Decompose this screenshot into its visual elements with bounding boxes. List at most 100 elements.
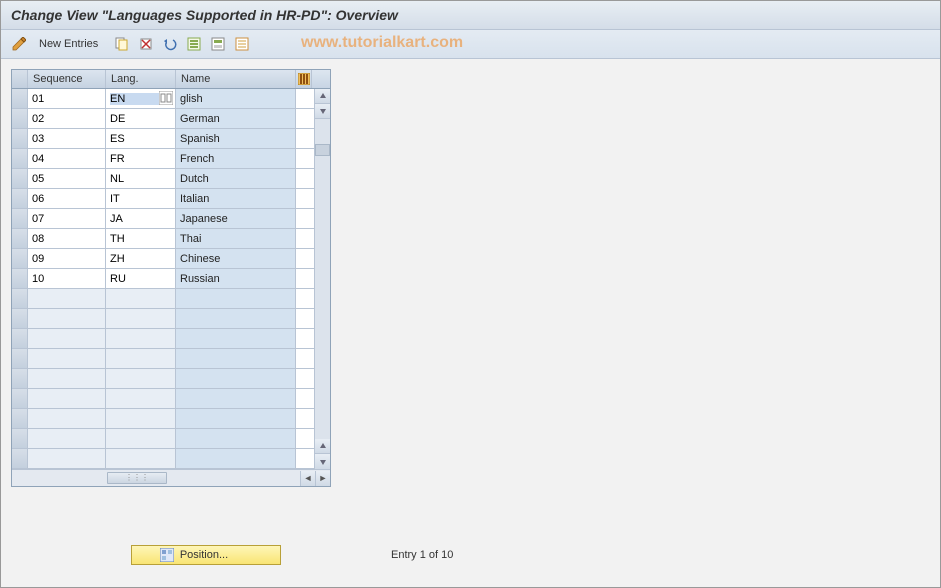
row-selector[interactable] xyxy=(12,269,28,288)
row-selector[interactable] xyxy=(12,309,28,328)
sequence-input[interactable] xyxy=(32,293,101,305)
row-selector[interactable] xyxy=(12,149,28,168)
sequence-input[interactable] xyxy=(32,453,101,465)
toggle-display-change-button[interactable] xyxy=(9,34,29,54)
lang-input[interactable] xyxy=(110,213,171,225)
sequence-input[interactable] xyxy=(32,133,101,145)
sequence-input[interactable] xyxy=(32,173,101,185)
row-selector[interactable] xyxy=(12,169,28,188)
lang-cell[interactable] xyxy=(106,429,176,448)
lang-cell[interactable] xyxy=(106,269,176,288)
hscroll-left-button[interactable]: ◄ xyxy=(300,471,315,486)
sequence-cell[interactable] xyxy=(28,249,106,268)
sequence-cell[interactable] xyxy=(28,329,106,348)
position-button[interactable]: Position... xyxy=(131,545,281,565)
lang-input[interactable] xyxy=(110,393,171,405)
sequence-cell[interactable] xyxy=(28,449,106,468)
sequence-cell[interactable] xyxy=(28,389,106,408)
new-entries-button[interactable]: New Entries xyxy=(33,36,104,52)
delete-button[interactable] xyxy=(136,34,156,54)
lang-input[interactable] xyxy=(110,173,171,185)
row-selector[interactable] xyxy=(12,129,28,148)
row-selector[interactable] xyxy=(12,409,28,428)
lang-input[interactable] xyxy=(110,273,171,285)
scroll-thumb[interactable] xyxy=(315,144,330,156)
sequence-input[interactable] xyxy=(32,193,101,205)
lang-input[interactable] xyxy=(110,193,171,205)
hscroll-right-button[interactable]: ► xyxy=(315,471,330,486)
sequence-cell[interactable] xyxy=(28,429,106,448)
lang-cell[interactable] xyxy=(106,409,176,428)
lang-input[interactable] xyxy=(110,293,171,305)
lang-input[interactable] xyxy=(110,353,171,365)
lang-cell[interactable] xyxy=(106,449,176,468)
scroll-down-button-bottom[interactable] xyxy=(315,454,330,469)
lang-cell[interactable] xyxy=(106,129,176,148)
row-selector[interactable] xyxy=(12,109,28,128)
scroll-up-button[interactable] xyxy=(315,89,330,104)
sequence-cell[interactable] xyxy=(28,309,106,328)
lang-input[interactable] xyxy=(110,413,171,425)
row-selector[interactable] xyxy=(12,389,28,408)
sequence-cell[interactable] xyxy=(28,89,106,108)
lang-cell[interactable] xyxy=(106,209,176,228)
lang-input[interactable] xyxy=(110,253,171,265)
row-selector-header[interactable] xyxy=(12,70,28,88)
lang-cell[interactable] xyxy=(106,289,176,308)
row-selector[interactable] xyxy=(12,349,28,368)
sequence-cell[interactable] xyxy=(28,409,106,428)
lang-cell[interactable] xyxy=(106,109,176,128)
sequence-input[interactable] xyxy=(32,93,101,105)
lang-cell[interactable] xyxy=(106,349,176,368)
sequence-cell[interactable] xyxy=(28,229,106,248)
lang-cell[interactable] xyxy=(106,189,176,208)
sequence-cell[interactable] xyxy=(28,269,106,288)
lang-cell[interactable] xyxy=(106,229,176,248)
row-selector[interactable] xyxy=(12,189,28,208)
column-header-lang[interactable]: Lang. xyxy=(106,70,176,88)
row-selector[interactable] xyxy=(12,369,28,388)
lang-input[interactable] xyxy=(110,433,171,445)
sequence-cell[interactable] xyxy=(28,289,106,308)
sequence-input[interactable] xyxy=(32,373,101,385)
sequence-cell[interactable] xyxy=(28,149,106,168)
lang-input[interactable] xyxy=(110,373,171,385)
lang-input[interactable] xyxy=(110,133,171,145)
sequence-cell[interactable] xyxy=(28,369,106,388)
sequence-cell[interactable] xyxy=(28,349,106,368)
lang-cell[interactable] xyxy=(106,329,176,348)
column-width-handle[interactable]: ⋮⋮⋮ xyxy=(107,472,167,484)
lang-cell[interactable] xyxy=(106,149,176,168)
lang-cell[interactable] xyxy=(106,169,176,188)
sequence-cell[interactable] xyxy=(28,109,106,128)
table-config-button[interactable] xyxy=(296,70,312,88)
row-selector[interactable] xyxy=(12,229,28,248)
lang-input[interactable] xyxy=(110,233,171,245)
sequence-input[interactable] xyxy=(32,313,101,325)
sequence-input[interactable] xyxy=(32,253,101,265)
lang-cell[interactable] xyxy=(106,369,176,388)
lang-input[interactable] xyxy=(110,313,171,325)
undo-change-button[interactable] xyxy=(160,34,180,54)
row-selector[interactable] xyxy=(12,209,28,228)
row-selector[interactable] xyxy=(12,449,28,468)
column-header-sequence[interactable]: Sequence xyxy=(28,70,106,88)
sequence-cell[interactable] xyxy=(28,209,106,228)
sequence-cell[interactable] xyxy=(28,169,106,188)
scroll-up-button-bottom[interactable] xyxy=(315,439,330,454)
row-selector[interactable] xyxy=(12,249,28,268)
sequence-input[interactable] xyxy=(32,273,101,285)
row-selector[interactable] xyxy=(12,89,28,108)
copy-as-button[interactable] xyxy=(112,34,132,54)
scroll-track[interactable] xyxy=(315,119,330,439)
sequence-input[interactable] xyxy=(32,393,101,405)
sequence-input[interactable] xyxy=(32,113,101,125)
select-block-button[interactable] xyxy=(208,34,228,54)
lang-cell[interactable] xyxy=(106,389,176,408)
sequence-input[interactable] xyxy=(32,213,101,225)
row-selector[interactable] xyxy=(12,429,28,448)
sequence-input[interactable] xyxy=(32,333,101,345)
f4-help-icon[interactable] xyxy=(159,91,173,105)
scroll-down-button[interactable] xyxy=(315,104,330,119)
lang-cell[interactable] xyxy=(106,89,176,108)
